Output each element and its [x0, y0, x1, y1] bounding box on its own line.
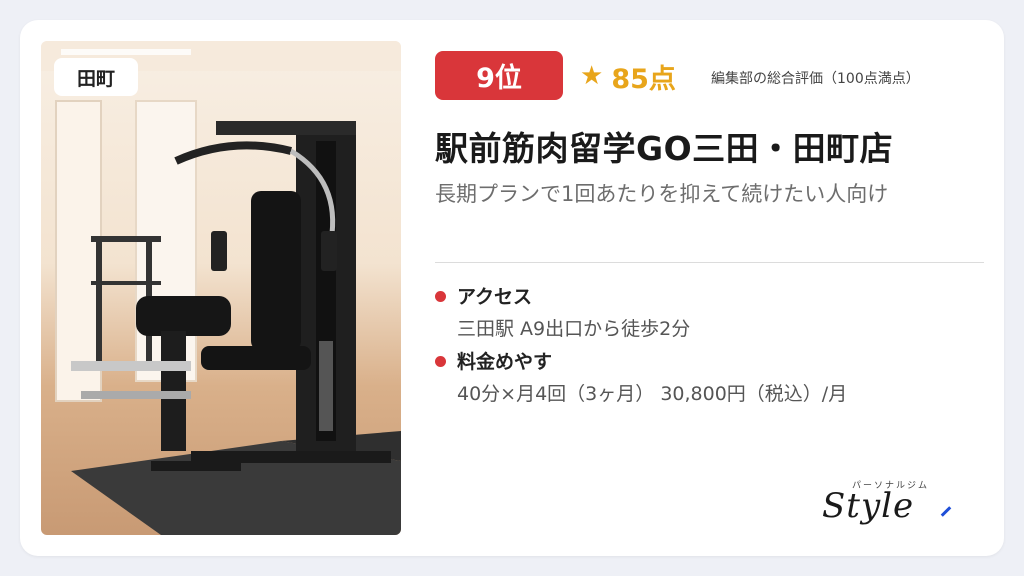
gym-title: 駅前筋肉留学GO三田・田町店 [435, 129, 894, 168]
access-value: 三田駅 A9出口から徒歩2分 [457, 318, 691, 340]
area-badge: 田町 [54, 58, 138, 96]
score-value: 85点 [611, 63, 676, 95]
gym-subtitle: 長期プランで1回あたりを抑えて続けたい人向け [435, 182, 889, 206]
score-note: 編集部の総合評価（100点満点） [711, 71, 920, 87]
bullet-dot-icon [435, 291, 446, 302]
score-group: ★ 85点 [580, 56, 676, 96]
price-value: 40分×月4回（3ヶ月） 30,800円（税込）/月 [457, 383, 848, 405]
access-label: アクセス [457, 286, 533, 308]
brand-logo: パーソナルジム Style [822, 478, 972, 528]
star-icon: ★ [580, 61, 604, 91]
rank-badge: 9位 [435, 51, 563, 100]
price-label: 料金めやす [457, 351, 553, 373]
logo-slash-icon [940, 506, 952, 517]
bullet-dot-icon [435, 356, 446, 367]
gym-photo [41, 41, 401, 535]
logo-word: Style [822, 486, 915, 526]
divider [435, 262, 984, 263]
